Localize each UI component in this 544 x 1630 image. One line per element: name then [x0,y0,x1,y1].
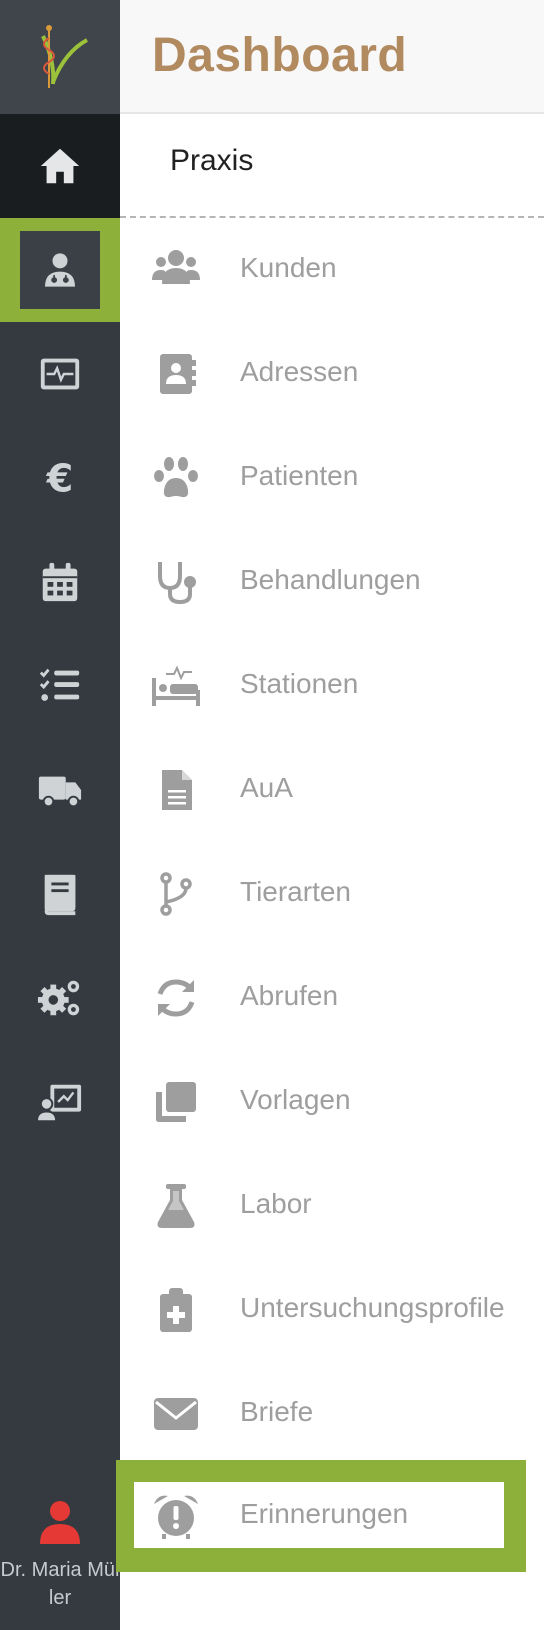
menu-item-abrufen[interactable]: Abrufen [120,946,544,1050]
chalkboard-user-icon [37,1084,82,1123]
menu-item-label: Labor [240,1188,312,1219]
menu-item-briefe[interactable]: Briefe [120,1362,544,1466]
section-label: Praxis [170,144,254,177]
menu-item-label: Tierarten [240,876,352,907]
truck-icon [38,776,82,808]
menu-item-erinnerungen[interactable]: Erinnerungen [116,1460,526,1572]
app-logo[interactable] [0,0,120,114]
menu-item-label: Adressen [240,356,359,387]
menu-item-patienten[interactable]: Patienten [120,426,544,530]
rail-book-button[interactable] [0,842,120,946]
checklist-icon [39,668,80,701]
menu-item-behandlungen[interactable]: Behandlungen [120,530,544,634]
menu-item-label: Kunden [240,252,337,283]
envelope-icon [150,1388,202,1440]
home-icon [40,148,80,184]
bed-pulse-icon [150,660,202,712]
clone-icon [150,1076,202,1128]
file-lines-icon [150,764,202,816]
euro-icon: € [46,456,74,501]
user-profile[interactable]: Dr. Maria Müller [0,1500,120,1612]
user-doctor-icon [45,253,75,287]
svg-text:€: € [46,456,74,501]
book-icon [44,874,76,916]
section-header: Praxis [120,114,544,218]
sync-icon [150,972,202,1024]
menu-item-label: Stationen [240,668,359,699]
menu-item-aua[interactable]: AuA [120,738,544,842]
menu-item-stationen[interactable]: Stationen [120,634,544,738]
rail-tasks-button[interactable] [0,634,120,738]
rail-monitor-button[interactable] [0,322,120,426]
page-title: Dashboard [152,29,408,82]
user-icon [40,1501,80,1544]
page-header: Dashboard [120,0,544,114]
menu-item-label: Patienten [240,460,359,491]
rail-doctor-highlight [20,231,100,309]
menu-item-labor[interactable]: Labor [120,1154,544,1258]
menu-item-tierarten[interactable]: Tierarten [120,842,544,946]
menu-item-untersuchungsprofile[interactable]: Untersuchungsprofile [120,1258,544,1362]
menu-item-label: AuA [240,772,293,803]
menu-item-label: Briefe [240,1396,314,1427]
calendar-icon [42,562,78,602]
gears-icon [37,980,80,1016]
rail-calendar-button[interactable] [0,530,120,634]
rail-delivery-button[interactable] [0,738,120,842]
rail-presentation-button[interactable] [0,1050,120,1154]
menu-item-kunden[interactable]: Kunden [120,218,544,322]
user-name: Dr. Maria Müller [0,1559,120,1609]
address-book-icon [150,348,202,400]
alarm-clock-icon [150,1490,202,1542]
menu-item-label: Erinnerungen [240,1498,409,1529]
icon-rail: € Dr. Maria Müller [0,0,120,1630]
flask-icon [150,1180,202,1232]
rail-finance-button[interactable]: € [0,426,120,530]
menu-item-label: Abrufen [240,980,339,1011]
rail-settings-button[interactable] [0,946,120,1050]
menu-item-label: Vorlagen [240,1084,351,1115]
stethoscope-icon [150,556,202,608]
clipboard-plus-icon [150,1284,202,1336]
caduceus-logo-icon [41,25,89,88]
users-icon [150,244,202,296]
rail-home-button[interactable] [0,114,120,218]
menu-item-adressen[interactable]: Adressen [120,322,544,426]
menu-item-vorlagen[interactable]: Vorlagen [120,1050,544,1154]
menu-item-label: Behandlungen [240,564,421,595]
menu-item-label: Untersuchungsprofile [240,1292,505,1323]
code-branch-icon [150,868,202,920]
rail-doctor-button[interactable] [0,218,120,322]
paw-icon [150,452,202,504]
heart-monitor-icon [40,358,80,390]
